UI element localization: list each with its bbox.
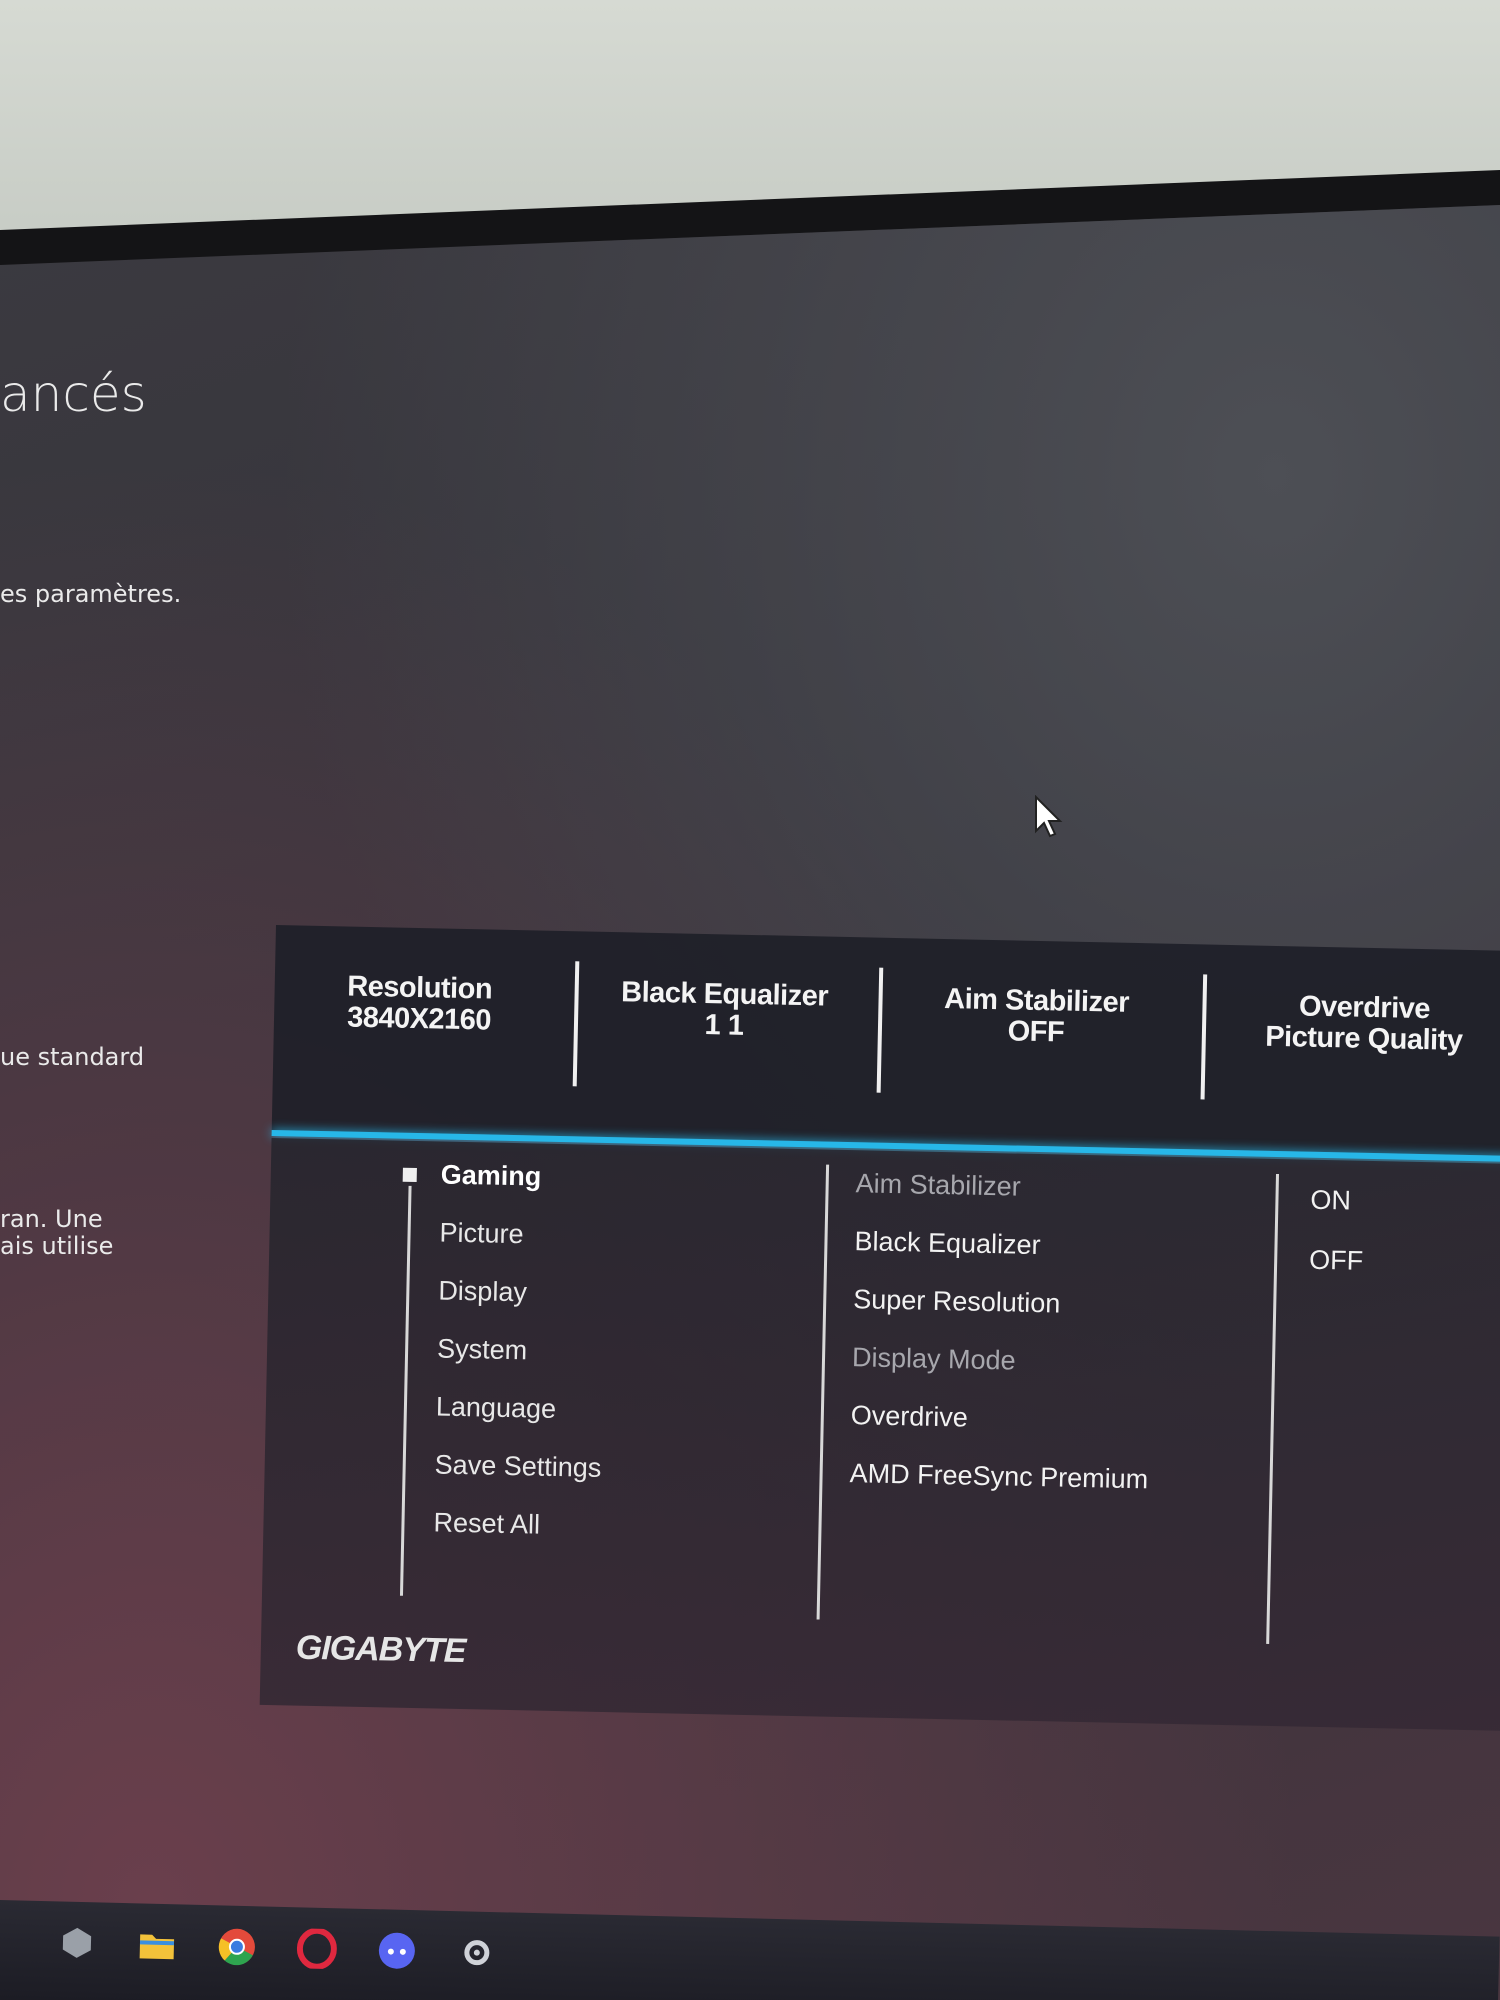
status-value: 1 1 xyxy=(704,1009,744,1042)
settings-text-line: es paramètres. xyxy=(0,580,182,608)
discord-icon[interactable] xyxy=(373,1927,420,1974)
menu-item-language[interactable]: Language xyxy=(436,1391,557,1425)
gigabyte-logo: GIGABYTE xyxy=(295,1628,466,1671)
submenu-aim-stabilizer[interactable]: Aim Stabilizer xyxy=(855,1168,1021,1202)
submenu-rail xyxy=(816,1164,830,1620)
osd-status-bar: Resolution 3840X2160 Black Equalizer 1 1… xyxy=(269,925,1500,1157)
settings-icon[interactable] xyxy=(453,1929,500,1976)
menu-rail xyxy=(399,1185,412,1596)
monitor-screen: ancés es paramètres. ue standard ran. Un… xyxy=(0,205,1500,2000)
menu-item-picture[interactable]: Picture xyxy=(439,1217,524,1250)
option-on[interactable]: ON xyxy=(1310,1185,1351,1217)
submenu-overdrive[interactable]: Overdrive xyxy=(851,1400,969,1433)
status-value: 3840X2160 xyxy=(346,1001,492,1037)
widget-icon[interactable] xyxy=(53,1919,100,1966)
chrome-icon[interactable] xyxy=(213,1923,260,1970)
menu-item-gaming[interactable]: Gaming xyxy=(440,1160,541,1193)
option-off[interactable]: OFF xyxy=(1309,1245,1364,1277)
status-divider xyxy=(1200,974,1208,1100)
submenu-amd-freesync[interactable]: AMD FreeSync Premium xyxy=(849,1458,1148,1495)
submenu-super-resolution[interactable]: Super Resolution xyxy=(853,1284,1061,1319)
status-value: Picture Quality xyxy=(1264,1020,1463,1057)
menu-item-reset-all[interactable]: Reset All xyxy=(433,1507,540,1540)
submenu-display-mode[interactable]: Display Mode xyxy=(852,1342,1016,1376)
status-black-equalizer: Black Equalizer 1 1 xyxy=(574,976,875,1044)
options-rail xyxy=(1266,1173,1280,1644)
osd-menu-body: Gaming Picture Display System Language S… xyxy=(259,1137,1500,1732)
settings-text-line: ais utilise xyxy=(0,1232,114,1260)
status-divider xyxy=(876,967,884,1093)
menu-item-save-settings[interactable]: Save Settings xyxy=(434,1449,601,1483)
menu-item-system[interactable]: System xyxy=(437,1333,528,1366)
folder-icon[interactable] xyxy=(133,1921,180,1968)
status-resolution: Resolution 3840X2160 xyxy=(269,970,570,1038)
active-menu-indicator xyxy=(402,1167,417,1183)
settings-text-line: ue standard xyxy=(0,1043,145,1071)
submenu-black-equalizer[interactable]: Black Equalizer xyxy=(854,1226,1041,1261)
osd-menu: Resolution 3840X2160 Black Equalizer 1 1… xyxy=(259,925,1500,1732)
status-overdrive: Overdrive Picture Quality xyxy=(1214,990,1500,1058)
settings-title: ancés xyxy=(0,365,147,423)
status-aim-stabilizer: Aim Stabilizer OFF xyxy=(886,983,1187,1051)
opera-icon[interactable] xyxy=(293,1925,340,1972)
status-value: OFF xyxy=(1007,1015,1065,1049)
settings-text-line: ran. Une xyxy=(0,1205,103,1233)
mouse-cursor-icon xyxy=(1035,795,1063,838)
menu-item-display[interactable]: Display xyxy=(438,1275,527,1308)
